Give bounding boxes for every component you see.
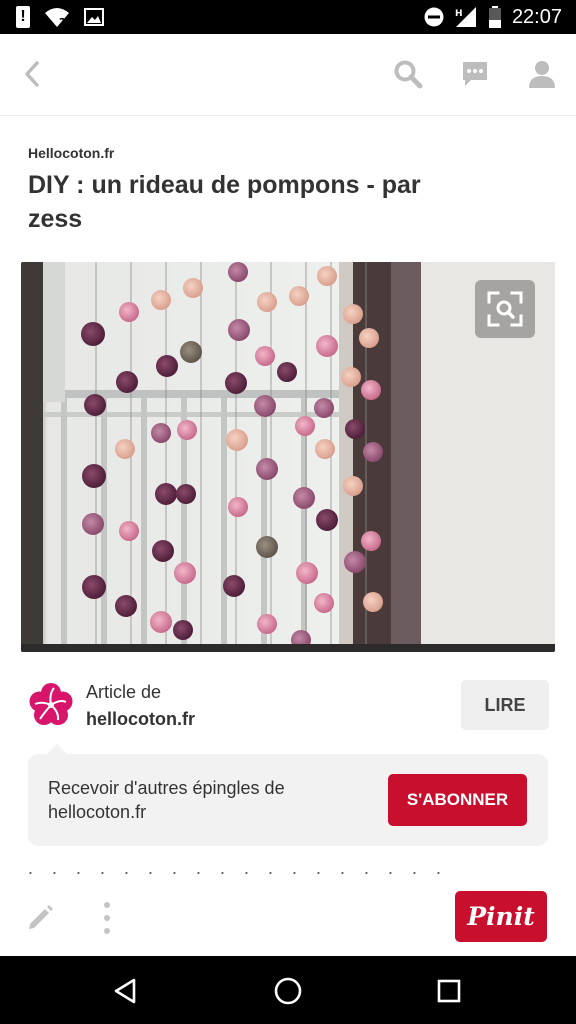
follow-card: Recevoir d'autres épingles de hellocoton… xyxy=(28,744,548,846)
search-button[interactable] xyxy=(390,56,426,92)
pin-it-button[interactable]: Pinit xyxy=(455,891,547,942)
wifi-icon: ? xyxy=(45,8,69,28)
article-row: Article de hellocoton.fr LIRE xyxy=(28,676,549,736)
svg-text:?: ? xyxy=(59,16,65,28)
messages-button[interactable] xyxy=(457,56,493,92)
image-icon xyxy=(84,8,104,26)
alert-icon: ! xyxy=(16,6,30,28)
comment-icon xyxy=(463,62,487,86)
edit-button[interactable] xyxy=(26,902,56,932)
hellocoton-logo[interactable] xyxy=(28,682,74,728)
nav-recents-button[interactable] xyxy=(432,974,466,1008)
subscribe-button[interactable]: S'ABONNER xyxy=(388,774,527,826)
back-icon xyxy=(25,61,39,87)
battery-icon xyxy=(488,6,501,28)
status-bar: ! ? H 22:07 xyxy=(0,0,576,34)
nav-back-button[interactable] xyxy=(108,974,142,1008)
read-button[interactable]: LIRE xyxy=(461,680,549,730)
triangle-back-icon xyxy=(114,978,136,1004)
more-options-button[interactable] xyxy=(96,902,118,934)
pin-detail-screen: ! ? H 22:07 Hellocoton.fr DIY: un ridea… xyxy=(0,0,576,1024)
do-not-disturb-icon xyxy=(424,7,444,27)
system-nav-bar xyxy=(0,956,576,1024)
pin-source[interactable]: Hellocoton.fr xyxy=(28,145,114,161)
more-dot-icon xyxy=(104,915,110,921)
svg-text:H: H xyxy=(455,9,463,19)
clock: 22:07 xyxy=(511,6,562,28)
square-recents-icon xyxy=(437,979,461,1003)
profile-icon xyxy=(529,61,555,88)
nav-home-button[interactable] xyxy=(271,974,305,1008)
more-dot-icon xyxy=(104,928,110,934)
bottom-action-bar: Pinit xyxy=(0,880,576,956)
profile-button[interactable] xyxy=(524,56,560,92)
search-icon xyxy=(394,60,423,89)
pin-title: DIY : un rideau de pompons - par zess xyxy=(28,171,421,233)
back-button[interactable] xyxy=(14,56,50,92)
follow-card-pointer xyxy=(46,744,68,755)
description-clipped: . . . . . . . . . . . . . . . . . . xyxy=(28,868,548,876)
more-dot-icon xyxy=(104,902,110,908)
visual-search-button[interactable] xyxy=(475,280,535,338)
circle-home-icon xyxy=(274,977,302,1005)
app-bar xyxy=(0,34,576,116)
signal-icon: H xyxy=(455,7,476,27)
visual-search-icon xyxy=(487,291,523,327)
article-domain[interactable]: hellocoton.fr xyxy=(86,709,195,730)
pencil-icon xyxy=(29,905,53,929)
article-prefix: Article de xyxy=(86,682,162,702)
follow-text: Recevoir d'autres épingles de hellocoton… xyxy=(48,778,285,822)
